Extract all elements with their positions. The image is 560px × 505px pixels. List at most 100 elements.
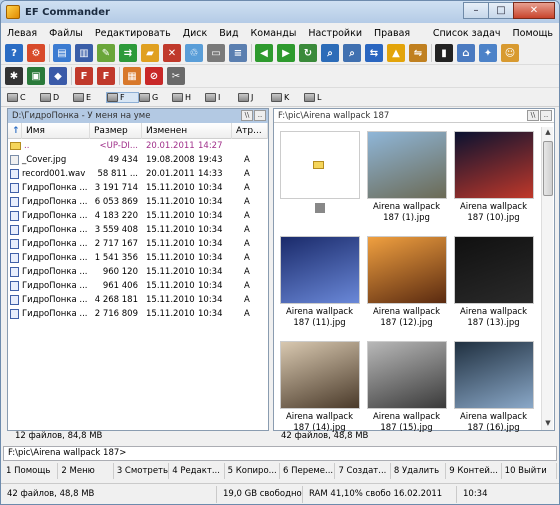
fkey-9[interactable]: 9 Контей... [446,463,502,479]
network-button[interactable]: ⌂ [457,44,475,62]
menu-commands[interactable]: Команды [245,28,303,39]
close-button[interactable]: ✕ [513,2,555,19]
fkey-1[interactable]: 1 Помощь [3,463,59,479]
properties-button[interactable]: ≡ [229,44,247,62]
stop-button[interactable]: ⊘ [145,67,163,85]
refresh-button[interactable]: ↻ [299,44,317,62]
right-path-bar[interactable]: F:\pic\Airena wallpack 187 \\.. [274,109,554,123]
find-file-button[interactable]: ⌕ [343,44,361,62]
up-button[interactable]: .. [540,110,552,121]
drive-f[interactable]: F [106,92,139,103]
menu-settings[interactable]: Настройки [302,28,368,39]
fkey-7[interactable]: 7 Создат... [335,463,391,479]
back-button[interactable]: ◀ [255,44,273,62]
monitor-button[interactable]: ▣ [27,67,45,85]
file-row[interactable]: record001.wav 58 811 ... 20.01.2011 14:33 A [8,167,268,181]
thumb-updir[interactable] [276,127,363,232]
file-row[interactable]: ГидроПонка ... 961 406 15.11.2010 10:34 A [8,279,268,293]
thumbnail[interactable]: Airena wallpack 187 (1).jpg [363,127,450,232]
thumbnail[interactable]: Airena wallpack 187 (10).jpg [450,127,537,232]
fkey-10[interactable]: 10 Выйти [502,463,558,479]
drive-i[interactable]: I [205,93,238,102]
thumbnail[interactable]: Airena wallpack 187 (15).jpg [363,337,450,442]
up-button[interactable]: .. [254,110,266,121]
root-button[interactable]: \\ [241,110,253,121]
drive-j[interactable]: J [238,93,271,102]
edit-button[interactable]: ✎ [97,44,115,62]
forward-button[interactable]: ▶ [277,44,295,62]
tools-wrench-button[interactable]: ✂ [167,67,185,85]
sort-arrow-icon[interactable]: ↑ [8,122,22,139]
copy-button[interactable]: ⇉ [119,44,137,62]
ftp-disconnect-button[interactable]: F [97,67,115,85]
root-button[interactable]: \\ [527,110,539,121]
vertical-scrollbar[interactable]: ▲ ▼ [541,127,553,430]
file-row[interactable]: ГидроПонка ... 960 120 15.11.2010 10:34 A [8,265,268,279]
drive-l[interactable]: L [304,93,337,102]
fkey-2[interactable]: 2 Меню [58,463,114,479]
menu-right[interactable]: Правая [368,28,416,39]
file-row[interactable]: ГидроПонка ... 6 053 869 15.11.2010 10:34 A [8,195,268,209]
warning-button[interactable]: ▲ [387,44,405,62]
fkey-6[interactable]: 6 Переме... [280,463,336,479]
menu-help[interactable]: Помощь [507,28,559,39]
thumbnail[interactable]: Airena wallpack 187 (14).jpg [276,337,363,442]
menu-task-list[interactable]: Список задач [427,28,507,39]
menu-files[interactable]: Файлы [43,28,89,39]
book-button[interactable]: ▥ [75,44,93,62]
file-row[interactable]: ГидроПонка ... 4 268 181 15.11.2010 10:34 A [8,293,268,307]
ftp-connect-button[interactable]: F [75,67,93,85]
file-row[interactable]: ГидроПонка ... 3 191 714 15.11.2010 10:34 A [8,181,268,195]
new-file-button[interactable]: ▤ [53,44,71,62]
drive-h[interactable]: H [172,93,205,102]
tools-button[interactable]: ✦ [479,44,497,62]
drive-g[interactable]: G [139,93,172,102]
compare-button[interactable]: ⇋ [409,44,427,62]
help-button[interactable]: ? [5,44,23,62]
col-attr[interactable]: Атр... [232,122,268,139]
col-name[interactable]: Имя [22,122,90,139]
drive-k[interactable]: K [271,93,304,102]
file-row[interactable]: ГидроПонка ... 3 559 408 15.11.2010 10:34 A [8,223,268,237]
sync-button[interactable]: ⇆ [365,44,383,62]
menu-edit[interactable]: Редактировать [89,28,177,39]
fkey-4[interactable]: 4 Редакт... [169,463,225,479]
thumbnail[interactable]: Airena wallpack 187 (13).jpg [450,232,537,337]
left-path-bar[interactable]: D:\ГидроПонка - У меня на уме \\.. [8,109,268,123]
terminal-button[interactable]: ▮ [435,44,453,62]
network-drive-button[interactable]: ✱ [5,67,23,85]
menu-disk[interactable]: Диск [177,28,214,39]
delete-button[interactable]: ✕ [163,44,181,62]
cube-button[interactable]: ◆ [49,67,67,85]
scroll-thumb[interactable] [543,141,553,196]
command-line-input[interactable]: F:\pic\Airena wallpack 187> [3,446,557,461]
col-size[interactable]: Размер [90,122,142,139]
settings-button[interactable]: ⚙ [27,44,45,62]
thumbnail[interactable]: Airena wallpack 187 (12).jpg [363,232,450,337]
recycle-button[interactable]: ♲ [185,44,203,62]
file-row[interactable]: .. <UP-DI... 20.01.2011 14:27 [8,139,268,153]
user-button[interactable]: ☺ [501,44,519,62]
file-row[interactable]: _Cover.jpg 49 434 19.08.2008 19:43 A [8,153,268,167]
scroll-down-icon[interactable]: ▼ [544,419,552,429]
file-row[interactable]: ГидроПонка ... 2 716 809 15.11.2010 10:34 A [8,307,268,321]
menu-left[interactable]: Левая [1,28,43,39]
thumbnail[interactable]: Airena wallpack 187 (16).jpg [450,337,537,442]
drive-c[interactable]: C [7,93,40,102]
minimize-button[interactable]: – [463,2,489,19]
file-row[interactable]: ГидроПонка ... 1 541 356 15.11.2010 10:34 A [8,251,268,265]
left-panel[interactable]: D:\ГидроПонка - У меня на уме \\.. ↑ Имя… [7,108,269,431]
drive-e[interactable]: E [73,93,106,102]
fkey-8[interactable]: 8 Удалить [391,463,447,479]
file-row[interactable]: ГидроПонка ... 2 717 167 15.11.2010 10:34 A [8,237,268,251]
drive-d[interactable]: D [40,93,73,102]
title-bar[interactable]: EF Commander – □ ✕ [1,1,559,23]
find-button[interactable]: ⌕ [321,44,339,62]
print-button[interactable]: ▭ [207,44,225,62]
thumbnail[interactable]: Airena wallpack 187 (11).jpg [276,232,363,337]
maximize-button[interactable]: □ [488,2,514,19]
pack-button[interactable]: ▦ [123,67,141,85]
right-panel[interactable]: F:\pic\Airena wallpack 187 \\.. Airena w… [273,108,555,433]
file-row[interactable]: ГидроПонка ... 4 183 220 15.11.2010 10:34 A [8,209,268,223]
fkey-3[interactable]: 3 Смотреть [114,463,170,479]
